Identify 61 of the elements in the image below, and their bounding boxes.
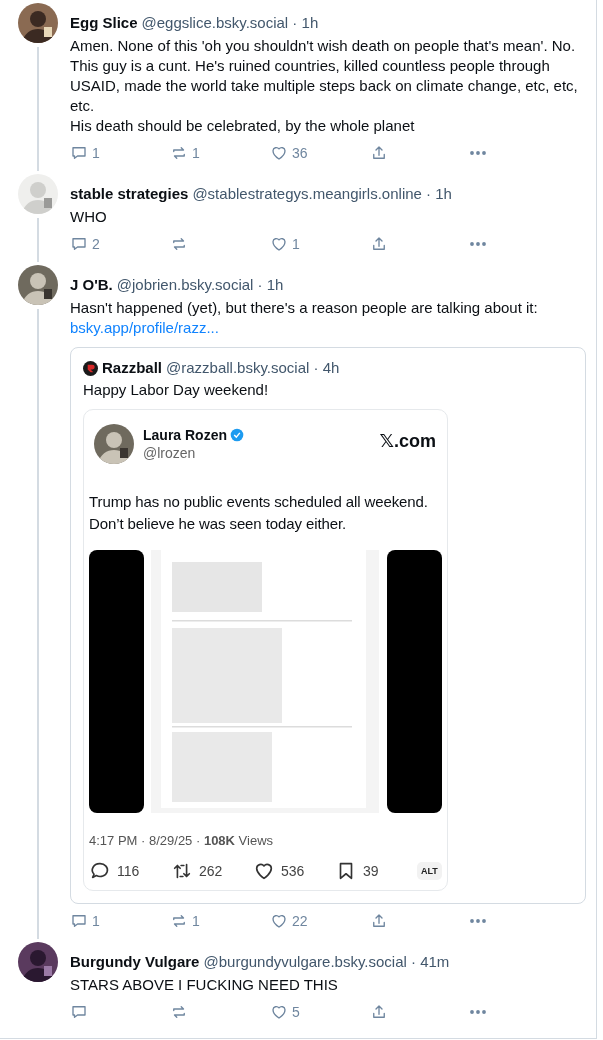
post-text: WHO — [70, 207, 108, 227]
quote-card[interactable] — [70, 347, 586, 904]
share-icon — [370, 144, 388, 162]
reply-button[interactable]: 1 — [70, 912, 170, 930]
post-text: Amen. None of this 'oh you shouldn't wish death on people that's mean'. No. This guy is a cunt. He's ruined countries, killed countless people through USAID, made the world take multiple steps back on climate change, etc, etc, etc. His death should be celebrated, by the whole planet — [70, 36, 579, 136]
tweet-meta: 4:17 PM · 8/29/25 · 108K Views — [89, 833, 275, 848]
like-button[interactable]: 1 — [270, 235, 370, 253]
site-label: 𝕏.com — [379, 430, 436, 452]
author-name[interactable]: stable strategies — [70, 184, 189, 204]
author-name[interactable]: Razzball — [102, 358, 162, 378]
alt-badge[interactable]: ALT — [417, 862, 442, 880]
heart-icon — [270, 144, 288, 162]
post-text: STARS ABOVE I FUCKING NEED THIS — [70, 975, 339, 995]
repost-icon — [170, 235, 188, 253]
reply-icon — [70, 144, 88, 162]
repost-icon — [170, 912, 188, 930]
more-icon — [470, 242, 486, 246]
stat-count: 39 — [363, 863, 379, 879]
stat-count: 116 — [117, 863, 140, 879]
post-handle: @burgundyvulgare.bsky.social · 41m — [203, 952, 450, 972]
author-name[interactable]: J O'B. — [70, 275, 113, 295]
more-icon — [470, 919, 486, 923]
like-button[interactable]: 5 — [270, 1003, 370, 1021]
like-button[interactable]: 22 — [270, 912, 370, 930]
heart-icon — [270, 235, 288, 253]
post-handle: @eggslice.bsky.social · 1h — [141, 13, 319, 33]
author-name[interactable]: Burgundy Vulgare — [70, 952, 200, 972]
more-button[interactable] — [470, 1010, 486, 1014]
heart-icon — [270, 1003, 288, 1021]
share-icon — [370, 235, 388, 253]
more-button[interactable] — [470, 919, 486, 923]
post-handle: @razzball.bsky.social · 4h — [166, 358, 340, 378]
heart-icon — [270, 912, 288, 930]
share-icon — [370, 912, 388, 930]
like-button[interactable]: 36 — [270, 144, 370, 162]
post-handle: @jobrien.bsky.social · 1h — [116, 275, 284, 295]
post-link[interactable]: bsky.app/profile/razz... — [70, 318, 586, 338]
account-name: Laura Rozen — [143, 427, 227, 443]
repost-button[interactable]: 1 — [170, 144, 270, 162]
reply-icon — [70, 1003, 88, 1021]
stat-count: 262 — [199, 863, 223, 879]
account-handle: @lrozen — [143, 445, 197, 461]
reply-icon — [70, 912, 88, 930]
reply-button[interactable]: 1 — [70, 144, 170, 162]
share-icon — [370, 1003, 388, 1021]
post-text: Hasn't happened (yet), but there's a reason people are talking about it: — [70, 298, 539, 318]
post-text: Happy Labor Day weekend! — [83, 380, 270, 400]
repost-icon — [170, 1003, 188, 1021]
more-button[interactable] — [470, 242, 486, 246]
stat-count: 536 — [281, 863, 305, 879]
more-icon — [470, 151, 486, 155]
logo-icon — [83, 360, 98, 376]
tweet-text: Trump has no public events scheduled all weekend. Don’t believe he was seen today either. — [89, 492, 429, 534]
reply-button[interactable]: 2 — [70, 235, 170, 253]
repost-icon — [170, 144, 188, 162]
reply-icon — [70, 235, 88, 253]
author-name[interactable]: Egg Slice — [70, 13, 138, 33]
more-icon — [470, 1010, 486, 1014]
post-handle: @stablestrategys.meangirls.online · 1h — [192, 184, 452, 204]
more-button[interactable] — [470, 151, 486, 155]
repost-button[interactable]: 1 — [170, 912, 270, 930]
